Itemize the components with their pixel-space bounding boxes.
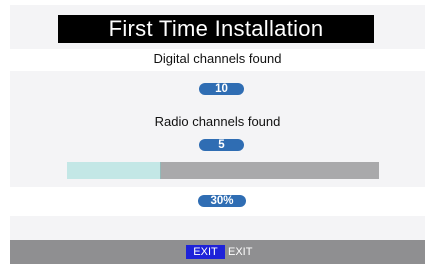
installation-screen: First Time Installation Digital channels… — [10, 5, 425, 264]
exit-key-button[interactable]: EXIT — [186, 245, 225, 259]
progress-percent-badge: 30% — [198, 195, 246, 207]
scan-progress-fill — [67, 162, 161, 179]
radio-channels-count-badge: 5 — [199, 139, 244, 151]
scan-progress-bar — [67, 162, 379, 179]
radio-channels-label: Radio channels found — [154, 114, 281, 129]
digital-channels-label: Digital channels found — [153, 51, 282, 66]
page-title: First Time Installation — [58, 15, 374, 43]
footer-bar: EXIT EXIT — [10, 240, 425, 264]
exit-label: EXIT — [228, 246, 253, 258]
digital-channels-count-badge: 10 — [199, 83, 244, 95]
